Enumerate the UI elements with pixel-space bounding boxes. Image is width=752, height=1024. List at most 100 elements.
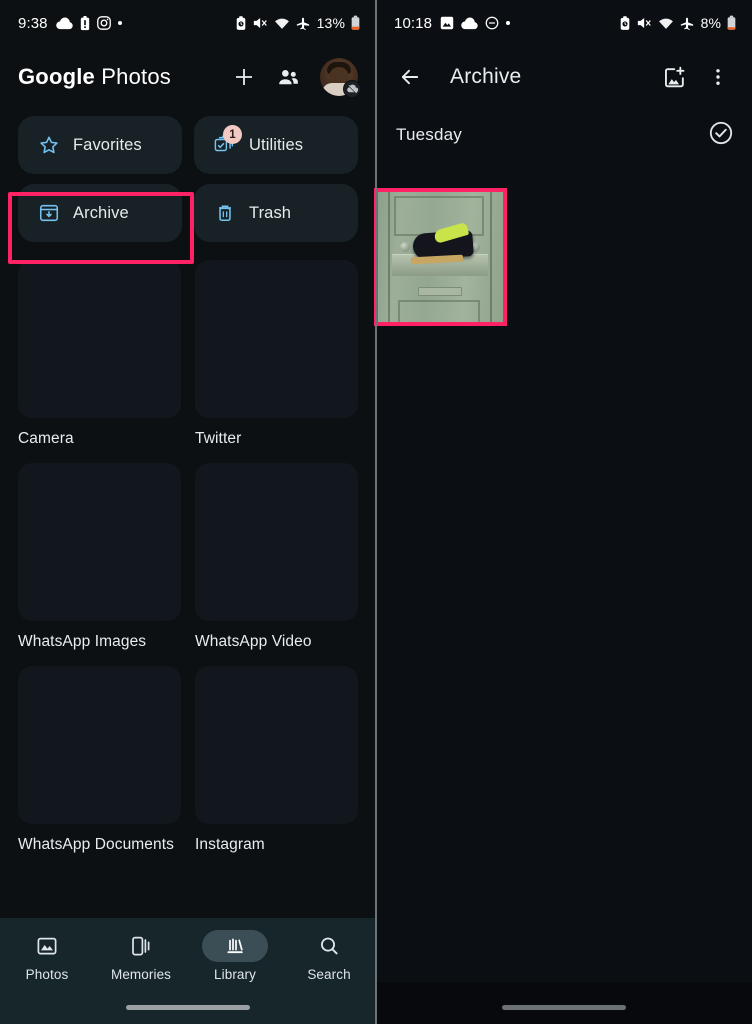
instagram-icon	[96, 16, 111, 30]
app-bar-left: Google Photos	[0, 46, 376, 108]
brand-photos: Photos	[94, 64, 171, 89]
album-item[interactable]: WhatsApp Video	[195, 462, 358, 652]
mute-icon	[253, 16, 268, 30]
date-section-header: Tuesday	[376, 108, 752, 162]
album-thumbnail	[195, 462, 358, 621]
nav-item-photos[interactable]: Photos	[0, 930, 94, 982]
chip-archive[interactable]: Archive	[18, 184, 182, 242]
home-indicator[interactable]	[126, 1005, 250, 1010]
album-name: Twitter	[195, 430, 242, 447]
album-item[interactable]: WhatsApp Documents	[18, 665, 181, 855]
sharing-button[interactable]	[266, 55, 310, 99]
album-item[interactable]: Instagram	[195, 665, 358, 855]
add-button[interactable]	[222, 55, 266, 99]
status-time: 9:38	[18, 14, 48, 32]
status-notification-icons	[440, 16, 511, 30]
album-grid: Camera Twitter WhatsApp Images WhatsApp …	[0, 242, 376, 868]
dot-icon	[506, 21, 511, 25]
album-name: WhatsApp Video	[195, 632, 312, 650]
album-thumbnail	[195, 260, 358, 418]
sharing-icon	[278, 69, 298, 84]
select-all-check-icon[interactable]	[708, 120, 734, 151]
nav-pill	[296, 930, 362, 962]
left-phone-screen: 9:38 13% Google Photos Favorites 1 Utili…	[0, 0, 376, 1024]
cloud-icon	[55, 17, 73, 30]
status-bar-right: 10:18 8%	[376, 0, 752, 46]
right-phone-screen: 10:18 8% Archive Tuesday	[376, 0, 752, 1024]
nav-label: Memories	[110, 967, 172, 982]
back-button[interactable]	[388, 55, 432, 99]
memories-icon	[132, 936, 150, 956]
page-title: Archive	[450, 65, 522, 88]
airplane-icon	[680, 16, 694, 30]
status-time: 10:18	[394, 14, 433, 32]
app-title: Google Photos	[18, 64, 171, 90]
chip-utilities[interactable]: 1 Utilities	[194, 116, 358, 174]
album-item[interactable]: Twitter	[195, 260, 358, 449]
section-title: Tuesday	[396, 125, 462, 144]
account-avatar-button[interactable]	[320, 58, 361, 98]
album-thumbnail	[18, 665, 181, 824]
battery-percent: 8%	[700, 15, 721, 31]
nav-item-memories[interactable]: Memories	[94, 930, 188, 982]
archive-icon	[38, 202, 60, 224]
more-options-icon	[716, 69, 720, 85]
chip-trash[interactable]: Trash	[194, 184, 358, 242]
bottom-navigation: Photos Memories Library Search	[0, 918, 376, 1024]
add-photos-button[interactable]	[652, 55, 696, 99]
chip-label: Trash	[249, 203, 292, 222]
utilities-icon: 1	[214, 125, 242, 156]
door-bolt-left	[400, 242, 410, 252]
archive-photo-thumbnail[interactable]	[378, 192, 503, 322]
alarm-icon	[235, 15, 247, 31]
battery-percent: 13%	[316, 15, 345, 31]
photos-icon	[37, 937, 57, 955]
album-item[interactable]: WhatsApp Images	[18, 462, 181, 652]
wifi-icon	[274, 17, 290, 30]
status-system-icons: 13%	[235, 15, 360, 31]
back-arrow-icon	[401, 69, 419, 85]
door-mail-slot	[418, 287, 462, 296]
library-icon	[227, 938, 243, 954]
utilities-badge: 1	[223, 125, 242, 144]
battery-icon	[727, 15, 736, 31]
mute-icon	[637, 16, 652, 30]
chip-favorites[interactable]: Favorites	[18, 116, 182, 174]
chip-label: Utilities	[249, 135, 304, 154]
nav-label: Search	[307, 967, 351, 982]
album-thumbnail	[18, 260, 181, 418]
star-icon	[38, 134, 60, 156]
airplane-icon	[296, 16, 310, 30]
dot-icon	[117, 21, 122, 25]
album-thumbnail	[18, 462, 181, 621]
shortcut-chips: Favorites 1 Utilities Archive Trash	[0, 108, 376, 242]
dnd-icon	[485, 16, 499, 30]
backup-off-icon	[343, 80, 361, 98]
home-indicator-right[interactable]	[502, 1005, 626, 1010]
trash-icon	[214, 202, 236, 224]
search-icon	[321, 937, 338, 955]
wifi-icon	[658, 17, 674, 30]
more-options-button[interactable]	[696, 55, 740, 99]
status-system-icons: 8%	[619, 15, 736, 31]
album-name: WhatsApp Documents	[18, 835, 175, 853]
brand-google: Google	[18, 64, 95, 89]
status-notification-icons	[55, 15, 122, 31]
nav-item-search[interactable]: Search	[282, 930, 376, 982]
add-icon	[236, 69, 252, 85]
nav-label: Photos	[25, 967, 69, 982]
album-item[interactable]: Camera	[18, 260, 181, 449]
album-name: Camera	[18, 430, 74, 447]
battery-icon	[351, 15, 360, 31]
door-panel-bottom	[398, 300, 480, 322]
nav-item-library[interactable]: Library	[188, 930, 282, 982]
chip-label: Archive	[73, 203, 129, 222]
right-nav-background	[376, 982, 752, 1024]
battery-alert-icon	[80, 15, 90, 31]
nav-pill	[14, 930, 80, 962]
cloud-icon	[461, 17, 478, 30]
status-bar-left: 9:38 13%	[0, 0, 376, 46]
door-seam-left	[388, 192, 390, 322]
photo-icon	[440, 16, 454, 30]
alarm-icon	[619, 15, 631, 31]
